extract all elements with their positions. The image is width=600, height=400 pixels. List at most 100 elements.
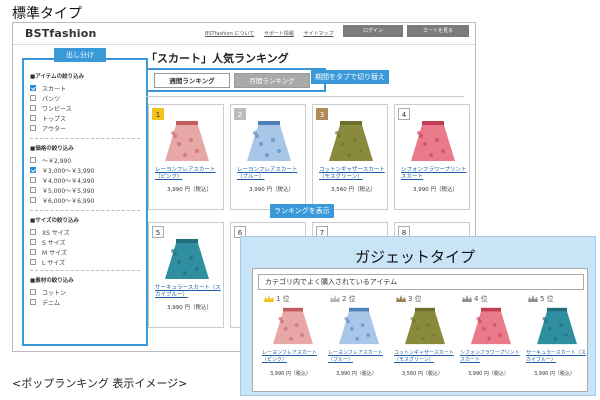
product-image[interactable] xyxy=(325,119,377,163)
gadget-rank-label: 5 位 xyxy=(540,295,554,303)
gadget-product-price: 3,990 円（税込） xyxy=(534,371,575,377)
gadget-product-image[interactable] xyxy=(268,306,318,346)
checkbox[interactable] xyxy=(30,239,36,245)
product-price: 3,990 円（税込） xyxy=(167,305,212,311)
gadget-rank-label: 4 位 xyxy=(474,295,488,303)
filter-option[interactable]: ￥6,000～￥6,990 xyxy=(30,195,140,205)
skirt-illustration[interactable] xyxy=(334,306,384,346)
about-link[interactable]: BSTfashion について xyxy=(205,31,254,37)
filter-option[interactable]: S サイズ xyxy=(30,237,140,247)
checkbox[interactable] xyxy=(30,187,36,193)
checkbox[interactable] xyxy=(30,115,36,121)
filter-option[interactable]: スカート xyxy=(30,83,140,93)
tab-monthly[interactable]: 月間ランキング xyxy=(234,73,310,88)
checkbox[interactable] xyxy=(30,229,36,235)
filter-option-label: コットン xyxy=(42,289,67,297)
gadget-product-image[interactable] xyxy=(466,306,516,346)
product-image[interactable] xyxy=(243,119,295,163)
filter-option[interactable]: XS サイズ xyxy=(30,227,140,237)
product-name-link[interactable]: コットンギャザースカート（モスグリーン） xyxy=(319,167,385,181)
skirt-illustration[interactable] xyxy=(161,237,213,281)
product-name-link[interactable]: シフォンフラワープリントスカート xyxy=(401,167,467,181)
gadget-item[interactable]: 1 位レーヨンフレアスカート（ピンク） 3,990 円（税込） xyxy=(262,294,324,388)
checkbox[interactable] xyxy=(30,95,36,101)
skirt-illustration[interactable] xyxy=(400,306,450,346)
filter-option-label: ￥4,000～￥4,990 xyxy=(42,177,95,185)
checkbox[interactable] xyxy=(30,299,36,305)
gadget-item[interactable]: 2 位レーヨンフレアスカート（ブルー） 3,990 円（税込） xyxy=(328,294,390,388)
ranking-card[interactable]: 4 シフォンフラワープリントスカート 3,990 円（税込） xyxy=(394,104,470,210)
gadget-product-link[interactable]: レーヨンフレアスカート（ピンク） xyxy=(262,350,324,363)
checkbox[interactable] xyxy=(30,105,36,111)
filter-option[interactable]: L サイズ xyxy=(30,257,140,267)
gadget-item[interactable]: 5 位サーキュラースカート（スカイブルー） 3,990 円（税込） xyxy=(526,294,588,388)
skirt-illustration[interactable] xyxy=(161,119,213,163)
gadget-item[interactable]: 4 位シフォンフラワープリントスカート 3,990 円（税込） xyxy=(460,294,522,388)
sitemap-link[interactable]: サイトマップ xyxy=(303,31,333,37)
cart-button[interactable]: カートを見る xyxy=(407,25,469,37)
checkbox[interactable] xyxy=(30,177,36,183)
skirt-illustration[interactable] xyxy=(268,306,318,346)
filter-option[interactable]: トップス xyxy=(30,113,140,123)
checkbox-checked[interactable] xyxy=(30,167,36,173)
filter-option[interactable]: コットン xyxy=(30,287,140,297)
checkbox[interactable] xyxy=(30,197,36,203)
site-header: BSTfashion BSTfashion について サポート情報 サイトマップ… xyxy=(13,23,475,45)
login-button[interactable]: ログイン xyxy=(343,25,403,37)
skirt-illustration[interactable] xyxy=(532,306,582,346)
filter-group: ■アイテムの絞り込み スカート パンツ ワンピース トップス アウター xyxy=(30,72,140,133)
gadget-rank-label: 1 位 xyxy=(276,295,290,303)
filter-option[interactable]: ￥4,000～￥4,990 xyxy=(30,175,140,185)
site-logo[interactable]: BSTfashion xyxy=(25,27,97,40)
gadget-type-label: ガジェットタイプ xyxy=(355,248,476,266)
checkbox[interactable] xyxy=(30,125,36,131)
product-name-link[interactable]: レーヨンフレアスカート（ピンク） xyxy=(155,167,221,181)
filter-option[interactable]: デニム xyxy=(30,297,140,307)
gadget-rank: 1 位 xyxy=(264,294,290,304)
filter-option[interactable]: ￥3,000～￥3,990 xyxy=(30,165,140,175)
checkbox[interactable] xyxy=(30,157,36,163)
filter-option[interactable]: パンツ xyxy=(30,93,140,103)
ranking-card[interactable]: 1 レーヨンフレアスカート（ピンク） 3,990 円（税込） xyxy=(148,104,224,210)
gadget-item[interactable]: 3 位コットンギャザースカート（モスグリーン） 3,560 円（税込） xyxy=(394,294,456,388)
skirt-illustration[interactable] xyxy=(407,119,459,163)
gadget-product-link[interactable]: レーヨンフレアスカート（ブルー） xyxy=(328,350,390,363)
filter-group: ■サイズの絞り込み XS サイズ S サイズ M サイズ L サイズ xyxy=(30,216,140,267)
header-links: BSTfashion について サポート情報 サイトマップ xyxy=(205,30,341,37)
skirt-illustration[interactable] xyxy=(325,119,377,163)
checkbox-checked[interactable] xyxy=(30,85,36,91)
gadget-rank: 2 位 xyxy=(330,294,356,304)
checkbox[interactable] xyxy=(30,259,36,265)
gadget-product-link[interactable]: サーキュラースカート（スカイブルー） xyxy=(526,350,588,363)
gadget-product-image[interactable] xyxy=(400,306,450,346)
filter-option[interactable]: ワンピース xyxy=(30,103,140,113)
checkbox[interactable] xyxy=(30,249,36,255)
ranking-card[interactable]: 2 レーヨンフレアスカート（ブルー） 3,990 円（税込） xyxy=(230,104,306,210)
product-image[interactable] xyxy=(407,119,459,163)
ranking-card[interactable]: 3 コットンギャザースカート（モスグリーン） 3,560 円（税込） xyxy=(312,104,388,210)
filter-option[interactable]: M サイズ xyxy=(30,247,140,257)
product-image[interactable] xyxy=(161,119,213,163)
product-name-link[interactable]: サーキュラースカート（スカイブルー） xyxy=(155,285,221,299)
product-image[interactable] xyxy=(161,237,213,281)
gadget-product-image[interactable] xyxy=(334,306,384,346)
tab-callout: 期間をタブで切り替え xyxy=(311,70,389,84)
tab-weekly[interactable]: 週間ランキング xyxy=(154,73,230,88)
product-price: 3,990 円（税込） xyxy=(167,187,212,193)
sidebar-heading: 出し分け xyxy=(54,48,106,62)
period-tabs: 週間ランキング 月間ランキング xyxy=(146,68,326,92)
product-name-link[interactable]: レーヨンフレアスカート（ブルー） xyxy=(237,167,303,181)
filter-option[interactable]: アウター xyxy=(30,123,140,133)
skirt-illustration[interactable] xyxy=(466,306,516,346)
filter-group: ■素材の絞り込み コットン デニム xyxy=(30,276,140,307)
gadget-product-link[interactable]: コットンギャザースカート（モスグリーン） xyxy=(394,350,456,363)
checkbox[interactable] xyxy=(30,289,36,295)
filter-option[interactable]: ￥5,000～￥5,990 xyxy=(30,185,140,195)
support-link[interactable]: サポート情報 xyxy=(264,31,294,37)
filter-option-label: M サイズ xyxy=(42,249,67,257)
gadget-product-link[interactable]: シフォンフラワープリントスカート xyxy=(460,350,522,363)
filter-option[interactable]: ～￥2,990 xyxy=(30,155,140,165)
skirt-illustration[interactable] xyxy=(243,119,295,163)
ranking-card[interactable]: 5 サーキュラースカート（スカイブルー） 3,990 円（税込） xyxy=(148,222,224,328)
gadget-product-image[interactable] xyxy=(532,306,582,346)
